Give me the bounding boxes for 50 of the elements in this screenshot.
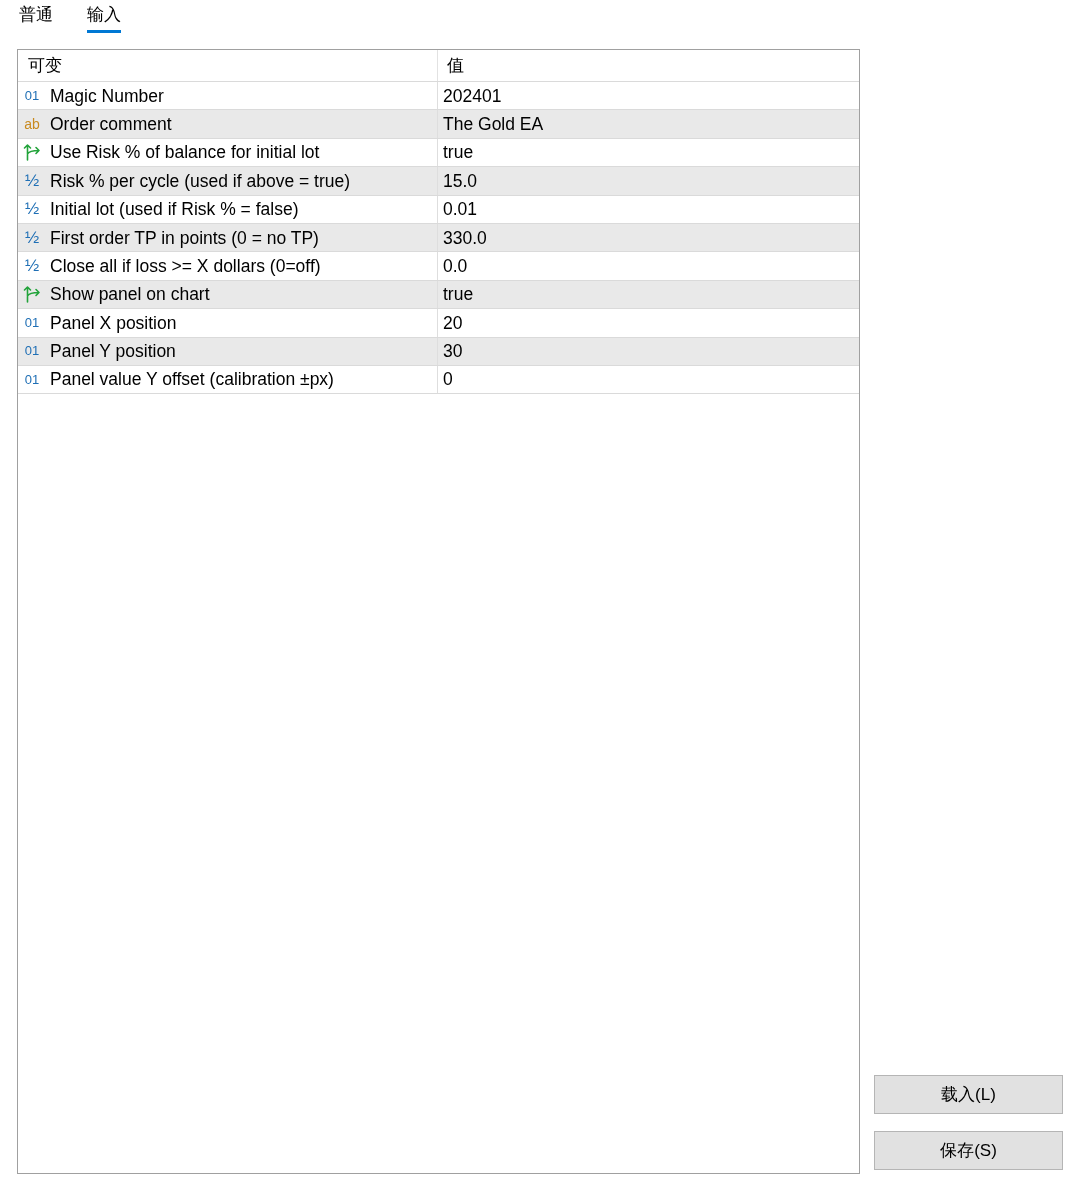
integer-type-icon: 01 [23,315,41,330]
parameter-row[interactable]: Use Risk % of balance for initial lot true [18,137,859,167]
tab[interactable]: 输入 [87,0,121,33]
variable-value: 0.0 [443,254,468,278]
column-header[interactable]: 值 [447,52,464,79]
variable-name: First order TP in points (0 = no TP) [50,226,319,250]
parameter-row[interactable]: 01 Magic Number 202401 [18,81,859,110]
fraction-type-icon: ½ [23,228,41,247]
fraction-type-icon: ½ [23,171,41,190]
variable-name: Magic Number [50,84,164,108]
parameter-row[interactable]: Show panel on chart true [18,279,859,309]
parameter-row[interactable]: ½ Close all if loss >= X dollars (0=off) 0.0 [18,251,859,280]
variable-value: true [443,141,474,165]
branch-arrow-icon [23,143,41,162]
integer-type-icon: 01 [23,88,41,103]
variable-value: 15.0 [443,169,478,193]
fraction-type-icon: ½ [23,200,41,219]
column-header[interactable]: 可变 [28,52,62,79]
variable-value: true [443,283,474,307]
integer-type-icon: 01 [23,372,41,387]
parameter-row[interactable]: ab Order comment The Gold EA [18,109,859,138]
variable-name: Initial lot (used if Risk % = false) [50,198,299,222]
save-button[interactable]: 保存(S) [874,1131,1063,1170]
variable-value: 202401 [443,84,502,108]
variable-name: Order comment [50,112,172,136]
parameter-row[interactable]: 01 Panel X position 20 [18,308,859,337]
variable-value: 20 [443,311,463,335]
parameter-row[interactable]: 01 Panel value Y offset (calibration ±px) 0 [18,364,859,394]
tab[interactable]: 普通 [19,0,53,33]
parameter-row[interactable]: 01 Panel Y position 30 [18,336,859,365]
variable-name: Panel value Y offset (calibration ±px) [50,368,334,392]
parameter-row[interactable]: ½ Risk % per cycle (used if above = true) 15.0 [18,166,859,195]
variable-value: 330.0 [443,226,487,250]
integer-type-icon: 01 [23,344,41,359]
load-button[interactable]: 载入(L) [874,1075,1063,1114]
variable-value: 0.01 [443,198,478,222]
variable-value: 0 [443,368,453,392]
variable-name: Panel X position [50,311,177,335]
variable-name: Close all if loss >= X dollars (0=off) [50,254,321,278]
variable-value: 30 [443,340,463,364]
parameter-row[interactable]: ½ First order TP in points (0 = no TP) 330.0 [18,222,859,252]
variable-name: Risk % per cycle (used if above = true) [50,169,351,193]
variable-name: Panel Y position [50,340,176,364]
branch-arrow-icon [23,285,41,304]
variable-name: Show panel on chart [50,283,210,307]
parameter-row[interactable]: ½ Initial lot (used if Risk % = false) 0.01 [18,194,859,223]
text-type-icon: ab [23,116,41,132]
variable-value: The Gold EA [443,112,544,136]
variable-name: Use Risk % of balance for initial lot [50,141,320,165]
fraction-type-icon: ½ [23,257,41,276]
